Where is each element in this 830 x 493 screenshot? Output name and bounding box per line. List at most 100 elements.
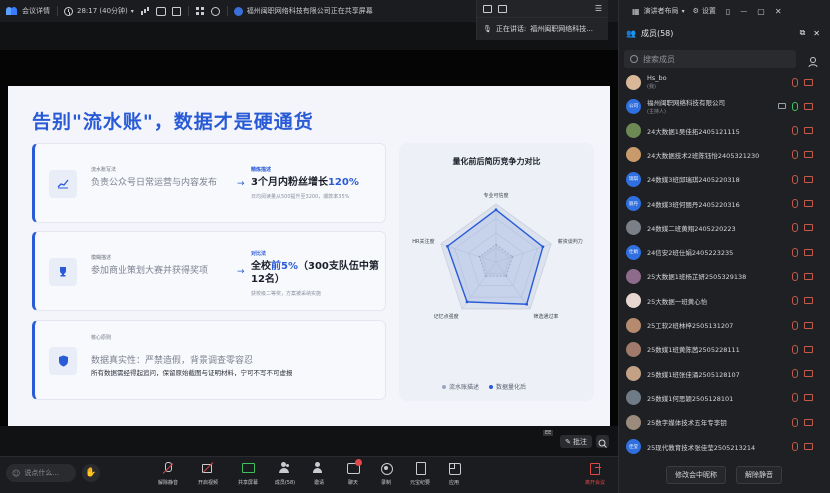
camera-off-icon[interactable] [804, 345, 813, 353]
mic-muted-icon[interactable] [792, 417, 798, 427]
start-video-button[interactable]: 开启视频 [193, 462, 223, 486]
speaker-mini-window[interactable]: ☰ 🎙 正在讲话: 福州闽职网络科技... [476, 0, 608, 40]
members-button[interactable]: 成员(58) [270, 462, 300, 486]
member-row[interactable]: 25大数据1班杨芷妍2505329138 [618, 266, 830, 286]
camera-off-icon[interactable] [804, 127, 813, 135]
mic-muted-icon[interactable] [792, 442, 798, 451]
camera-off-icon[interactable] [804, 297, 813, 305]
mic-muted-icon[interactable] [792, 199, 798, 208]
camera-off-icon[interactable] [804, 102, 813, 110]
card-sub: 所有数据需经得起追问，保留原始截图与证明材料，宁可不写不可虚报 [91, 369, 293, 377]
zoom-icon [598, 439, 607, 448]
mic-on-icon[interactable] [792, 101, 798, 111]
chat-button[interactable]: 聊天 [338, 459, 368, 486]
network-button[interactable] [140, 6, 150, 16]
card-text: 参加商业策划大赛并获得奖项 [91, 266, 209, 276]
member-row[interactable]: 25数媒1班张佳涌2505128107 [618, 364, 830, 384]
member-row[interactable]: 25数媒1班黄陈茜2505228111 [618, 339, 830, 359]
mic-muted-icon[interactable] [792, 369, 798, 379]
mic-muted-icon[interactable] [792, 247, 798, 257]
rename-button[interactable]: 修改会中昵称 [666, 466, 726, 484]
mic-muted-icon[interactable] [792, 223, 798, 233]
link-button[interactable] [210, 6, 220, 16]
pen-icon: ✎ [565, 437, 571, 446]
member-row[interactable]: 24大数据1吴佳拓2405121115 [618, 121, 830, 141]
member-search-input[interactable]: 搜索成员 [624, 50, 796, 68]
member-name: 25数媒1何思颖2505128101 [647, 393, 773, 403]
unmute-button[interactable]: 解除静音 [153, 462, 183, 486]
annotate-button[interactable]: ✎ 批注 [560, 435, 592, 448]
camera-off-icon[interactable] [804, 394, 813, 402]
maximize-icon[interactable]: ▢ [757, 7, 765, 16]
member-name: 24大数据1吴佳拓2405121115 [647, 126, 773, 136]
record-button[interactable]: 录制 [371, 462, 401, 486]
camera-off-icon[interactable] [804, 443, 813, 450]
emoji-icon: ☺ [12, 468, 21, 478]
presenter-layout-button[interactable]: 演讲者布局 [644, 6, 679, 16]
camera-off-icon[interactable] [804, 248, 813, 256]
share-screen-label: 共享屏幕 [237, 480, 258, 486]
sidebar-toggle-icon[interactable]: ▯ [726, 7, 730, 16]
menu-icon[interactable]: ☰ [595, 4, 602, 13]
camera-off-icon[interactable] [804, 224, 813, 232]
popout-button[interactable] [171, 6, 181, 16]
avatar: 瑞琪 [626, 171, 641, 187]
mic-muted-icon[interactable] [792, 393, 798, 403]
member-row[interactable]: 25数媒1何思颖2505128101 [618, 388, 830, 408]
add-member-button[interactable] [808, 53, 820, 68]
self-unmute-button[interactable]: 解除静音 [736, 466, 782, 484]
leave-meeting-button[interactable]: 离开会议 [580, 462, 610, 486]
member-row[interactable]: 瑞琪 24数媒3班邱瑞琪2405220318 [618, 169, 830, 189]
mic-muted-icon[interactable] [792, 174, 798, 184]
member-row[interactable]: 丽丹 24数媒3班何丽丹2405220316 [618, 194, 830, 214]
camera-off-icon[interactable] [804, 151, 813, 159]
member-row[interactable]: 25工软2班林梓2505131207 [618, 315, 830, 335]
mic-muted-icon[interactable] [792, 296, 798, 306]
grid-button[interactable] [195, 6, 205, 16]
radar-point [511, 255, 514, 258]
mic-muted-icon[interactable] [792, 271, 798, 281]
member-row[interactable]: 仕娟 24信安2班仕娟2405223235 [618, 242, 830, 262]
member-row[interactable]: 佳莹 25现代教育技术张佳莹2505213214 [618, 437, 830, 457]
speaking-mic-icon: 🎙 [483, 25, 492, 33]
mic-muted-icon[interactable] [792, 320, 798, 330]
apps-button[interactable]: 应用 [439, 462, 469, 486]
radar-axis-label: HR关注度 [412, 238, 435, 245]
camera-off-icon[interactable] [804, 370, 813, 378]
camera-off-icon[interactable] [804, 200, 813, 207]
mic-muted-icon[interactable] [792, 77, 798, 87]
mic-muted-icon[interactable] [792, 126, 798, 136]
add-user-icon [808, 57, 818, 68]
close-icon[interactable]: ✕ [775, 7, 782, 16]
member-row[interactable]: 24数媒二班黄翔2405220223 [618, 218, 830, 238]
restore-icon[interactable] [483, 4, 492, 13]
quick-chat-input[interactable]: ☺ 说点什么... [6, 464, 76, 482]
camera-off-icon[interactable] [804, 175, 813, 183]
member-row[interactable]: 24大数据技术2班陈钰怡2405321230 [618, 145, 830, 165]
mic-muted-icon[interactable] [792, 150, 798, 160]
zoom-button[interactable] [596, 435, 609, 448]
notes-button[interactable]: 元宝纪要 [405, 462, 435, 486]
member-row[interactable]: 25数字媒体技术五年专李钥 [618, 412, 830, 432]
camera-off-icon[interactable] [804, 78, 813, 86]
meeting-timer[interactable]: 28:17 (40分钟) ▾ [64, 6, 134, 16]
meeting-details-button[interactable]: 会议详情 [6, 6, 50, 16]
camera-off-icon[interactable] [804, 418, 813, 426]
member-row[interactable]: 25大数据一班黄心怡 [618, 291, 830, 311]
layout-icon[interactable] [498, 4, 507, 13]
popout-icon[interactable]: ⧉ [800, 28, 806, 38]
member-row[interactable]: 公司 福州闽职网络科技有限公司 (主持人) [618, 96, 830, 116]
invite-button[interactable]: 邀请 [304, 462, 334, 486]
mic-muted-icon[interactable] [792, 344, 798, 354]
member-row[interactable]: Hs_bo (我) [618, 72, 830, 92]
settings-button[interactable]: 设置 [702, 6, 716, 16]
raise-hand-button[interactable]: ✋ [82, 464, 100, 482]
panel-top-bar: ▦ 演讲者布局 ▾ ⚙ 设置 ▯ — ▢ ✕ [618, 0, 830, 22]
members-label: 成员(58) [274, 480, 296, 486]
minimize-icon[interactable]: — [740, 7, 747, 15]
camera-off-icon[interactable] [804, 272, 813, 280]
close-panel-icon[interactable]: ✕ [813, 29, 820, 38]
camera-off-icon[interactable] [804, 321, 813, 329]
pip-button[interactable] [155, 6, 166, 16]
share-screen-button[interactable]: 共享屏幕 [233, 462, 263, 486]
